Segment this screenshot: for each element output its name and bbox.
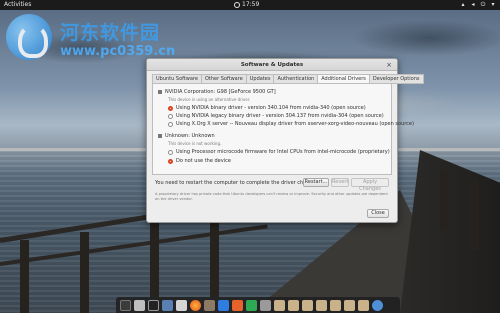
system-tray[interactable]: ▴ ◂ ⏻ ▾ bbox=[460, 1, 496, 8]
driver-option-label: Using X.Org X server -- Nouveau display … bbox=[176, 121, 414, 127]
settings-icon[interactable] bbox=[372, 299, 383, 311]
device-name: NVIDIA Corporation: G98 [GeForce 9500 GT… bbox=[165, 89, 276, 95]
radio-unselected[interactable] bbox=[168, 121, 173, 127]
device-nvidia: NVIDIA Corporation: G98 [GeForce 9500 GT… bbox=[158, 89, 276, 95]
volume-icon: ◂ bbox=[471, 1, 475, 8]
restart-button[interactable]: Restart... bbox=[303, 178, 329, 187]
chevron-down-icon: ▾ bbox=[491, 1, 495, 8]
apply-changes-button[interactable]: Apply Changes bbox=[351, 178, 389, 192]
network-icon: ▴ bbox=[461, 1, 465, 8]
radio-unselected[interactable] bbox=[168, 113, 173, 119]
graphics-card-icon bbox=[158, 89, 162, 94]
folder-icon[interactable] bbox=[330, 299, 341, 311]
title-bar[interactable]: Software & Updates × bbox=[147, 59, 397, 71]
folder-icon[interactable] bbox=[274, 299, 285, 311]
pier-post bbox=[440, 170, 449, 230]
files-icon[interactable] bbox=[134, 299, 145, 311]
driver-option[interactable]: Do not use the device bbox=[168, 158, 231, 164]
pier-post bbox=[80, 232, 89, 313]
pier-post bbox=[150, 222, 159, 297]
grid-icon[interactable] bbox=[120, 299, 131, 311]
top-bar: Activities 17:59 ▴ ◂ ⏻ ▾ bbox=[0, 0, 500, 10]
pier-post bbox=[470, 180, 479, 250]
monitor-icon[interactable] bbox=[162, 299, 173, 311]
app-icon[interactable] bbox=[260, 299, 271, 311]
driver-option[interactable]: Using NVIDIA binary driver - version 340… bbox=[168, 105, 366, 111]
folder-icon[interactable] bbox=[344, 299, 355, 311]
terminal-icon[interactable] bbox=[148, 299, 159, 311]
wps-writer-icon[interactable] bbox=[218, 299, 229, 311]
watermark-url: www.pc0359.cn bbox=[60, 44, 176, 59]
driver-option[interactable]: Using NVIDIA legacy binary driver - vers… bbox=[168, 113, 384, 119]
power-icon: ⏻ bbox=[480, 1, 486, 8]
radio-selected[interactable] bbox=[168, 105, 173, 111]
alarm-icon bbox=[234, 2, 240, 8]
drivers-panel: NVIDIA Corporation: G98 [GeForce 9500 GT… bbox=[152, 83, 414, 175]
restart-message: You need to restart the computer to comp… bbox=[155, 180, 320, 186]
driver-option-label: Using NVIDIA binary driver - version 340… bbox=[176, 105, 366, 111]
wps-spreadsheet-icon[interactable] bbox=[246, 299, 257, 311]
driver-option[interactable]: Using Processor microcode firmware for I… bbox=[168, 149, 390, 155]
pier-post bbox=[210, 214, 219, 297]
processor-icon bbox=[158, 133, 162, 138]
dock bbox=[116, 297, 400, 313]
wps-presentation-icon[interactable] bbox=[232, 299, 243, 311]
proprietary-driver-note: A proprietary driver has private code th… bbox=[155, 192, 388, 201]
watermark-logo-icon bbox=[6, 14, 52, 60]
device-status: This device is not working. bbox=[168, 141, 222, 146]
activities-button[interactable]: Activities bbox=[4, 1, 31, 8]
watermark-name: 河东软件园 bbox=[60, 22, 161, 44]
dialog-title: Software & Updates bbox=[240, 62, 304, 68]
device-name: Unknown: Unknown bbox=[165, 133, 215, 139]
close-icon[interactable]: × bbox=[385, 61, 393, 69]
radio-unselected[interactable] bbox=[168, 149, 173, 155]
image-viewer-icon[interactable] bbox=[176, 299, 187, 311]
radio-selected[interactable] bbox=[168, 158, 173, 164]
firefox-icon[interactable] bbox=[190, 299, 201, 311]
folder-icon[interactable] bbox=[302, 299, 313, 311]
driver-option-label: Using Processor microcode firmware for I… bbox=[176, 149, 390, 155]
driver-option-label: Do not use the device bbox=[176, 158, 231, 164]
folder-icon[interactable] bbox=[358, 299, 369, 311]
software-updates-dialog: Software & Updates × Ubuntu Software Oth… bbox=[146, 58, 424, 223]
close-button[interactable]: Close bbox=[367, 209, 389, 218]
folder-icon[interactable] bbox=[288, 299, 299, 311]
device-status: This device is using an alternative driv… bbox=[168, 97, 251, 102]
gimp-icon[interactable] bbox=[204, 299, 215, 311]
revert-button[interactable]: Revert bbox=[331, 178, 349, 187]
pier-post bbox=[20, 240, 29, 313]
driver-option-label: Using NVIDIA legacy binary driver - vers… bbox=[176, 113, 384, 119]
folder-icon[interactable] bbox=[316, 299, 327, 311]
driver-option[interactable]: Using X.Org X server -- Nouveau display … bbox=[168, 121, 414, 127]
clock[interactable]: 17:59 bbox=[242, 1, 259, 8]
device-unknown: Unknown: Unknown bbox=[158, 133, 215, 139]
